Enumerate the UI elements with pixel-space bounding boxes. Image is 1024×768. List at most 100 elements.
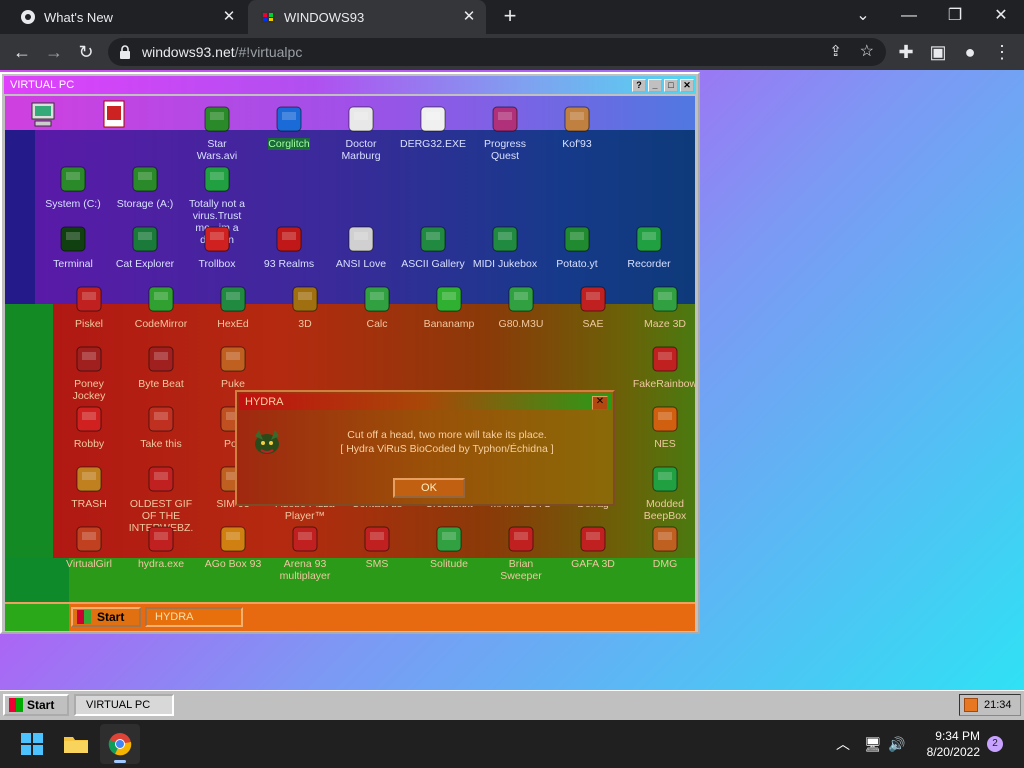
bookmark-star-icon[interactable]: ☆ [860,41,874,61]
windows-clock[interactable]: 9:34 PM 8/20/2022 [920,720,980,768]
desktop-icon[interactable]: Terminal [36,224,110,270]
lock-icon [120,45,130,59]
rss-icon[interactable] [964,698,978,712]
desktop-icon[interactable]: Cat Explorer [108,224,182,270]
virtual-pc-titlebar[interactable]: VIRTUAL PC ? _ □ ✕ [4,76,696,94]
extensions-icon[interactable]: ✚ [894,40,918,64]
app-icon [346,224,376,254]
desktop-icon[interactable]: Star Wars.avi [180,104,254,162]
desktop-icon[interactable]: Arena 93 multiplayer [268,524,342,582]
desktop-icon[interactable]: Trollbox [180,224,254,270]
desktop-icon[interactable]: ANSI Love [324,224,398,270]
desktop-icon[interactable]: Brian Sweeper [484,524,558,582]
desktop-icon-label: Star Wars.avi [196,138,238,162]
maximize-button[interactable]: □ [664,79,678,92]
desktop-icon[interactable]: ASCII Gallery [396,224,470,270]
desktop-icon[interactable]: Doctor Marburg [324,104,398,162]
desktop-icon[interactable]: SAE [556,284,630,330]
new-tab-icon[interactable]: + [498,5,522,29]
desktop-icon[interactable]: Piskel [52,284,126,330]
close-button[interactable]: ✕ [680,79,694,92]
hydra-titlebar[interactable]: HYDRA ✕ [239,394,611,410]
desktop-icon[interactable]: Bananamp [412,284,486,330]
app-icon [146,284,176,314]
desktop-icon[interactable]: GAFA 3D [556,524,630,570]
desktop-icon[interactable]: HexEd [196,284,270,330]
chrome-taskbar-button[interactable] [100,724,140,764]
desktop-icon[interactable]: 3D [268,284,342,330]
desktop-icon[interactable]: AGo Box 93 [196,524,270,570]
forward-icon[interactable]: → [42,40,66,64]
virtual-pc-screen[interactable]: Star Wars.avi Corglitch Doctor Marburg DERG… [5,96,695,631]
windows93-taskbar: Start VIRTUAL PC 21:34 [0,690,1024,720]
desktop-icon[interactable]: Potato.yt [540,224,614,270]
close-tab-icon[interactable]: ✕ [220,8,238,26]
computer-icon[interactable] [29,102,57,128]
desktop-icon[interactable]: G80.M3U [484,284,558,330]
side-panel-icon[interactable]: ▣ [926,40,950,64]
desktop-icon[interactable]: DMG [628,524,695,570]
desktop-icon[interactable]: Byte Beat [124,344,198,390]
menu-icon[interactable]: ⋮ [990,40,1014,64]
desktop-icon[interactable]: TRASH [52,464,126,510]
desktop-icon[interactable]: SMS [340,524,414,570]
tab-windows93[interactable]: WINDOWS93 ✕ [248,0,486,34]
address-bar[interactable]: windows93.net/#!virtualpc ⇪ ☆ [108,38,886,66]
minimize-icon[interactable]: — [886,0,932,34]
hydra-dialog[interactable]: HYDRA ✕ Cut off a head, two more will ta… [235,390,615,506]
windows-start-icon[interactable] [16,728,48,760]
desktop-icon[interactable]: Storage (A:) [108,164,182,210]
desktop-icon[interactable]: DERG32.EXE [396,104,470,150]
desktop-icon[interactable]: System (C:) [36,164,110,210]
tab-whats-new[interactable]: What's New ✕ [8,0,246,34]
close-tab-icon[interactable]: ✕ [460,8,478,26]
minimize-button[interactable]: _ [648,79,662,92]
virtual-pc-window[interactable]: VIRTUAL PC ? _ □ ✕ Star Wars.avi Corglit… [0,72,700,634]
network-icon[interactable]: 🖥 [864,720,884,768]
desktop-icon[interactable]: Calc [340,284,414,330]
hydra-icon [255,430,279,454]
desktop-icon[interactable]: Poney Jockey [52,344,126,402]
file-explorer-icon[interactable] [60,728,92,760]
reload-icon[interactable]: ↻ [74,40,98,64]
ok-button[interactable]: OK [393,478,465,498]
start-button[interactable]: Start [3,694,69,716]
volume-icon[interactable]: 🔊 [888,720,908,768]
desktop-icon[interactable]: MIDI Jukebox [468,224,542,270]
desktop-icon[interactable]: Kof'93 [540,104,614,150]
help-button[interactable]: ? [632,79,646,92]
desktop-icon[interactable]: CodeMirror [124,284,198,330]
desktop-icon-label: TRASH [71,498,107,510]
desktop-icon[interactable]: Puke [196,344,270,390]
desktop-icon[interactable]: FakeRainbow [628,344,695,390]
share-icon[interactable]: ⇪ [829,42,842,60]
app-icon [418,224,448,254]
document-icon[interactable] [101,100,127,130]
desktop-icon[interactable]: Modded BeepBox [628,464,695,522]
desktop-icon[interactable]: Corglitch [252,104,326,150]
restore-icon[interactable]: ❐ [932,0,978,34]
profile-icon[interactable]: ● [958,40,982,64]
back-icon[interactable]: ← [10,40,34,64]
desktop-icon[interactable]: Robby [52,404,126,450]
desktop-icon[interactable]: 93 Realms [252,224,326,270]
desktop-icon[interactable]: Take this [124,404,198,450]
browser-tabbar: What's New ✕ WINDOWS93 ✕ + ⌄ — ❐ ✕ [0,0,1024,34]
desktop-icon[interactable]: Solitude [412,524,486,570]
taskbar-item-virtual-pc[interactable]: VIRTUAL PC [74,694,174,716]
hydra-close-button[interactable]: ✕ [592,396,608,410]
desktop-icon[interactable]: NES [628,404,695,450]
url-text: windows93.net/#!virtualpc [142,44,303,60]
desktop-icon[interactable]: Maze 3D [628,284,695,330]
close-window-icon[interactable]: ✕ [978,0,1024,34]
desktop-icon[interactable]: VirtualGirl [52,524,126,570]
desktop-icon[interactable]: Recorder [612,224,686,270]
inner-task-hydra[interactable]: HYDRA [145,607,243,627]
show-hidden-icons[interactable]: ︿ [836,720,856,768]
inner-start-button[interactable]: Start [71,607,141,627]
desktop-icon[interactable]: Progress Quest [468,104,542,162]
app-icon [146,344,176,374]
notification-badge[interactable]: 2 [987,736,1003,752]
tab-search-icon[interactable]: ⌄ [840,0,886,34]
desktop-icon[interactable]: hydra.exe [124,524,198,570]
